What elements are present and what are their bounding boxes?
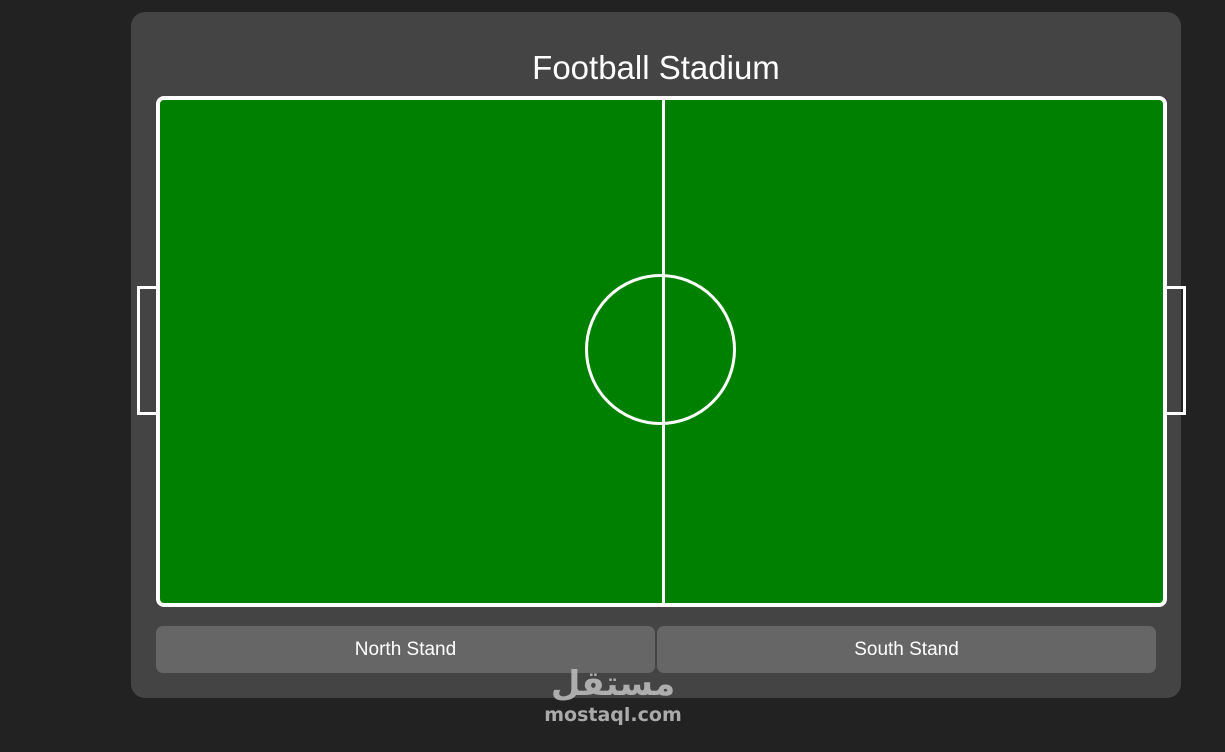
football-pitch [156,96,1167,607]
watermark: مستقل mostaql.com [528,664,698,726]
page: Football Stadium North Stand South Stand… [0,0,1225,752]
page-title: Football Stadium [532,49,780,86]
watermark-domain: mostaql.com [544,704,682,726]
watermark-logo: مستقل [550,664,676,704]
south-stand-button[interactable]: South Stand [657,626,1156,673]
center-circle [585,274,736,425]
